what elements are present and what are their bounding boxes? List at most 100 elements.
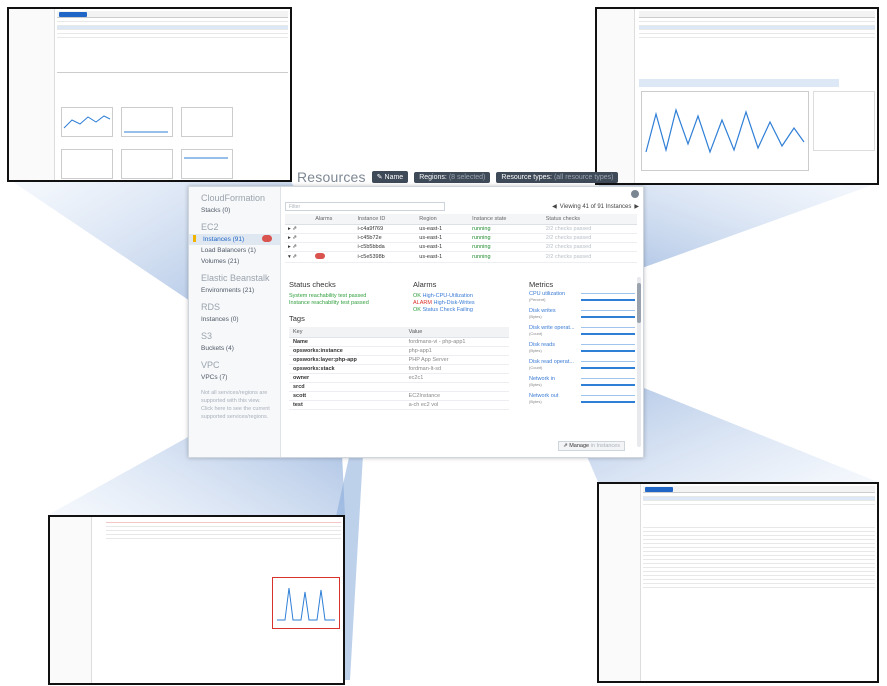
thumb-chart-disk-ops — [181, 107, 233, 137]
prev-page-icon[interactable]: ◀ — [552, 203, 557, 210]
instance-alarm-cell — [312, 233, 355, 243]
thumb-sidebar — [599, 484, 641, 681]
nav-item-label: Volumes (21) — [201, 258, 240, 265]
nav-item[interactable]: Stacks (0) — [189, 205, 280, 216]
resource-types-dropdown[interactable]: Resource types: (all resource types) — [496, 171, 619, 183]
expand-icon[interactable]: ▸ ⇗ — [285, 233, 313, 243]
nav-item[interactable]: Buckets (4) — [189, 343, 280, 354]
instance-id[interactable]: i-c5e5398b — [354, 251, 417, 263]
instance-alarm-cell — [312, 224, 355, 234]
col-select — [285, 214, 313, 225]
nav-group-title: RDS — [201, 302, 221, 312]
metric-sparkline — [581, 344, 635, 352]
alarm-name[interactable]: High-CPU-Utilization — [422, 293, 472, 299]
resources-header: Resources ✎ Name Regions: (8 selected) R… — [297, 168, 619, 186]
metric-item[interactable]: Disk read operat... (Count) — [529, 359, 639, 374]
instances-table-header: Alarms Instance ID Region Instance state… — [285, 214, 637, 225]
tag-value: EC2Instance — [404, 391, 509, 401]
tag-value: fordmans-vi - php-app1 — [404, 337, 509, 347]
tag-row: opsworks:instance php-app1 — [289, 346, 509, 356]
alarm-badge-icon — [315, 253, 326, 259]
expand-icon[interactable]: ▸ ⇗ — [285, 224, 313, 234]
regions-dropdown[interactable]: Regions: (8 selected) — [414, 171, 491, 183]
nav-item-label: Load Balancers (1) — [201, 247, 256, 254]
tag-row: test a-ch ec2 vol — [289, 400, 509, 410]
tags-table: Key Value Name fordmans-vi - php-app1 opsw… — [289, 327, 509, 410]
alarm-name[interactable]: Status Check Failing — [422, 307, 472, 313]
tag-key: Name — [289, 337, 405, 347]
nav-group-title: VPC — [201, 360, 220, 370]
tag-key: test — [289, 400, 405, 410]
instance-id[interactable]: i-c5b5bbda — [354, 242, 417, 252]
next-page-icon[interactable]: ▶ — [634, 203, 639, 210]
instance-state: running — [469, 251, 543, 263]
tag-value: php-app1 — [404, 346, 509, 356]
thumb-sidebar — [50, 517, 92, 683]
alarm-state: OK — [413, 307, 421, 313]
instance-row[interactable]: ▾ ⇗ i-c5e5398b us-east-1 running 2/2 checks … — [285, 251, 637, 263]
alarm-badge-icon — [262, 235, 272, 242]
instance-status-checks: 2/2 checks passed — [542, 233, 637, 243]
selected-indicator — [193, 235, 196, 242]
col-instance-state[interactable]: Instance state — [469, 214, 543, 225]
col-instance-id[interactable]: Instance ID — [354, 214, 417, 225]
alarm-name[interactable]: High-Disk-Writes — [433, 300, 474, 306]
instance-row[interactable]: ▸ ⇗ i-c5b5bbda us-east-1 running 2/2 checks … — [285, 242, 637, 252]
col-region[interactable]: Region — [416, 214, 470, 225]
tag-key: scott — [289, 391, 405, 401]
thumb-sidebar — [597, 9, 635, 183]
resources-panel: CloudFormation Stacks (0) EC2 Instances (91… — [188, 186, 644, 458]
instance-region: us-east-1 — [416, 224, 470, 234]
expand-icon[interactable]: ▸ ⇗ — [285, 242, 313, 252]
nav-item-label: Environments (21) — [201, 287, 255, 294]
thumb-chart-net-out — [121, 149, 173, 179]
col-status-checks[interactable]: Status checks — [542, 214, 637, 225]
status-check-item: System reachability test passed — [289, 293, 367, 299]
metric-item[interactable]: Network in (Bytes) — [529, 376, 639, 391]
instance-id[interactable]: i-c4a9f769 — [354, 224, 417, 234]
gear-icon[interactable] — [631, 190, 639, 198]
metric-sparkline — [581, 327, 635, 335]
nav-item[interactable]: Environments (21) — [189, 285, 280, 296]
status-checks-title: Status checks — [289, 280, 336, 289]
panel-toolbar — [285, 189, 639, 199]
metric-item[interactable]: CPU utilization (Percent) — [529, 291, 639, 306]
name-button-label: Name — [384, 174, 404, 181]
alarm-item[interactable]: OK Status Check Failing — [413, 307, 523, 314]
instance-id[interactable]: i-c45b72e — [354, 233, 417, 243]
alarms-list: OK High-CPU-Utilization ALARM High-Disk-W… — [413, 293, 523, 314]
resource-types-label: Resource types: — [501, 173, 552, 181]
nav-item[interactable]: Volumes (21) — [189, 256, 280, 267]
scrollbar-thumb[interactable] — [637, 283, 641, 323]
alarm-state: ALARM — [413, 300, 432, 306]
nav-item[interactable]: Instances (91) — [189, 234, 280, 245]
alarm-state: OK — [413, 293, 421, 299]
nav-item[interactable]: Instances (0) — [189, 314, 280, 325]
instance-state: running — [469, 224, 543, 234]
instance-status-checks: 2/2 checks passed — [542, 251, 637, 263]
nav-group-title: EC2 — [201, 222, 219, 232]
metric-item[interactable]: Disk writes (Bytes) — [529, 308, 639, 323]
instance-row[interactable]: ▸ ⇗ i-c4a9f769 us-east-1 running 2/2 checks … — [285, 224, 637, 234]
metric-item[interactable]: Network out (Bytes) — [529, 393, 639, 408]
filter-input[interactable]: Filter — [285, 202, 445, 211]
nav-item[interactable]: Load Balancers (1) — [189, 245, 280, 256]
name-button[interactable]: ✎ Name — [371, 171, 409, 183]
metric-item[interactable]: Disk write operat... (Count) — [529, 325, 639, 340]
nav-item[interactable]: VPCs (7) — [189, 372, 280, 383]
alarm-item[interactable]: OK High-CPU-Utilization — [413, 293, 523, 300]
tags-col-value: Value — [404, 327, 509, 338]
alarm-item[interactable]: ALARM High-Disk-Writes — [413, 300, 523, 307]
expand-icon[interactable]: ▾ ⇗ — [285, 251, 313, 263]
col-alarms[interactable]: Alarms — [312, 214, 355, 225]
tag-key: opsworks:stack — [289, 364, 405, 374]
instance-row[interactable]: ▸ ⇗ i-c45b72e us-east-1 running 2/2 checks p… — [285, 233, 637, 243]
instance-region: us-east-1 — [416, 251, 470, 263]
instance-state: running — [469, 242, 543, 252]
manage-button[interactable]: ⇗ Manage in Instances — [558, 441, 625, 451]
resources-title: Resources — [297, 169, 366, 185]
metric-sparkline — [581, 310, 635, 318]
metric-item[interactable]: Disk reads (Bytes) — [529, 342, 639, 357]
nav-item-label: Instances (0) — [201, 316, 239, 323]
viewing-counter: ◀ Viewing 41 of 91 Instances ▶ — [552, 203, 639, 211]
